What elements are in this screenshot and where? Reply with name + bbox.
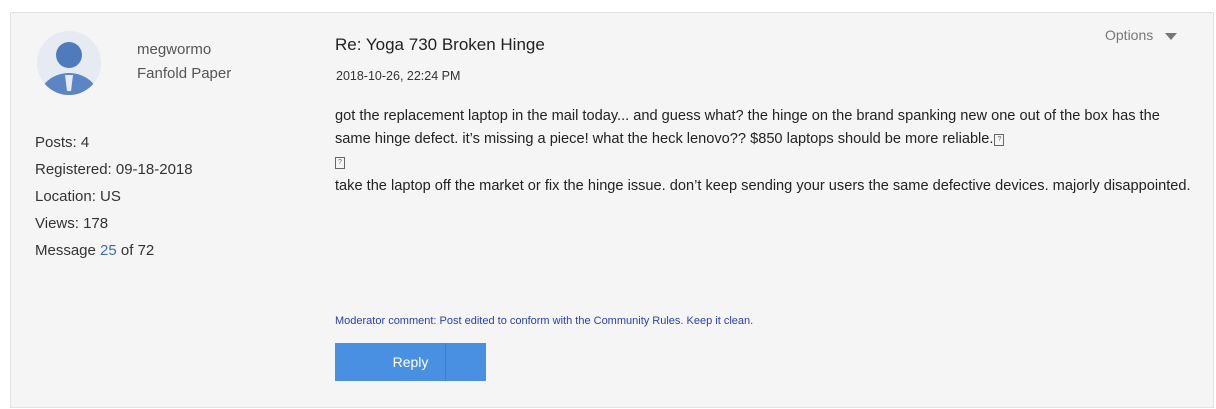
options-menu-button[interactable]: Options: [1105, 27, 1178, 43]
unknown-char-icon: ?: [335, 156, 345, 169]
post-paragraph-text: got the replacement laptop in the mail t…: [335, 108, 1160, 148]
unknown-char-icon: ?: [994, 133, 1005, 146]
community-rules-link[interactable]: Community Rules: [594, 315, 681, 327]
default-user-avatar-icon[interactable]: [37, 31, 101, 95]
options-label: Options: [1105, 27, 1154, 43]
stat-message: Message 25 of 72: [35, 237, 193, 264]
post-date: 2018-10-26, 22:24 PM: [336, 69, 461, 83]
moderator-suffix: . Keep it clean.: [680, 315, 754, 327]
message-prefix: Message: [35, 242, 96, 259]
post-blank-line: ?: [335, 152, 1195, 175]
post-paragraph: take the laptop off the market or fix th…: [335, 178, 1191, 195]
post-paragraph: got the replacement laptop in the mail t…: [335, 105, 1195, 152]
forum-post: megwormo Fanfold Paper Posts: 4 Register…: [10, 12, 1214, 408]
reply-button[interactable]: Reply: [335, 343, 486, 381]
stat-posts: Posts: 4: [35, 134, 90, 151]
chevron-down-icon: [1165, 32, 1178, 40]
author-stats: Posts: 4 Registered: 09-18-2018 Location…: [35, 129, 193, 264]
message-number-link[interactable]: 25: [100, 242, 117, 259]
stat-registered: Registered: 09-18-2018: [35, 161, 193, 178]
stat-location: Location: US: [35, 188, 121, 205]
moderator-comment: Moderator comment: Post edited to confor…: [335, 315, 753, 327]
stat-views: Views: 178: [35, 215, 109, 232]
author-rank: Fanfold Paper: [137, 65, 232, 82]
message-suffix: of 72: [120, 242, 155, 259]
post-subject[interactable]: Re: Yoga 730 Broken Hinge: [335, 35, 545, 55]
moderator-prefix: Moderator comment: Post edited to confor…: [335, 315, 594, 327]
reply-button-divider: [445, 343, 446, 381]
author-username[interactable]: megwormo: [137, 41, 211, 58]
post-body: got the replacement laptop in the mail t…: [335, 105, 1195, 199]
